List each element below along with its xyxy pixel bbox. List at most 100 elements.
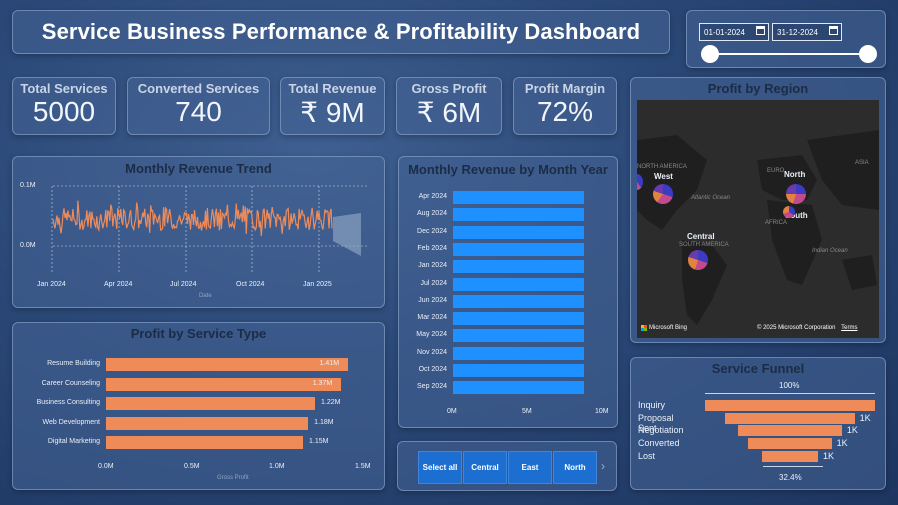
panel-title: Profit by Service Type: [130, 326, 267, 341]
end-date-input[interactable]: 31-12-2024: [772, 23, 842, 41]
data-label: 1.41M: [319, 360, 340, 367]
funnel-stage-value: 1K: [846, 425, 858, 436]
funnel-stage-label: Negotiation: [638, 425, 684, 436]
data-label: 1.15M: [309, 438, 329, 445]
profit-service-panel: Profit by Service Type Resume Building 1.…: [12, 322, 385, 490]
funnel-bottom-percent: 32.4%: [779, 473, 802, 482]
data-label: 1.37M: [312, 379, 333, 387]
x-tick-label: 10M: [595, 408, 609, 415]
map-geo-label: NORTH AMERICA: [637, 164, 687, 170]
revenue-bar[interactable]: [453, 346, 585, 360]
revenue-bar[interactable]: [453, 225, 585, 239]
pie-marker-central[interactable]: [688, 250, 708, 270]
map-region-label-north: North: [784, 170, 806, 179]
map-region-label-west: West: [654, 172, 673, 181]
slicer-north[interactable]: North: [553, 451, 597, 484]
north-america-landmass: [637, 135, 707, 230]
region-slicer: Select all Central East North ›: [397, 441, 617, 491]
x-tick-label: 1.0M: [269, 463, 285, 470]
region-map[interactable]: NORTH AMERICA EURO ASIA SOUTH AMERICA AF…: [637, 100, 879, 338]
slicer-east[interactable]: East: [508, 451, 552, 484]
slicer-select-all[interactable]: Select all: [418, 451, 462, 484]
y-tick-label: 0.1M: [20, 182, 36, 189]
profit-bar[interactable]: [106, 358, 348, 371]
region-map-panel: Profit by Region NORTH AMERICA EURO ASIA…: [630, 77, 886, 343]
funnel-top-percent: 100%: [779, 381, 800, 390]
category-label: Oct 2024: [418, 366, 447, 373]
category-label: Aug 2024: [417, 210, 447, 218]
kpi-gross-profit: Gross Profit ₹ 6M: [396, 77, 502, 135]
revenue-bar[interactable]: [453, 260, 585, 274]
map-geo-label: SOUTH AMERICA: [679, 242, 729, 248]
category-label: Mar 2024: [417, 314, 447, 322]
category-label: Sep 2024: [417, 383, 447, 391]
funnel-bar[interactable]: [705, 400, 875, 411]
calendar-icon[interactable]: [829, 26, 838, 35]
x-axis-title: Gross Profit: [217, 475, 249, 481]
terms-link[interactable]: Terms: [841, 325, 857, 331]
australia-landmass: [842, 255, 877, 290]
profit-bar[interactable]: [106, 377, 341, 391]
pie-marker-west[interactable]: [653, 184, 673, 204]
funnel-stage-label: Lost: [638, 450, 656, 461]
pie-marker-north[interactable]: [786, 184, 806, 204]
revenue-bar[interactable]: [453, 294, 585, 308]
panel-title: Profit by Region: [707, 81, 809, 96]
category-label: Dec 2024: [417, 227, 447, 235]
revenue-bar[interactable]: [453, 191, 585, 204]
category-label: Nov 2024: [417, 348, 447, 356]
funnel-bar[interactable]: [748, 438, 832, 450]
profit-bar[interactable]: [106, 397, 316, 410]
x-tick-label: Jan 2024: [37, 281, 66, 288]
x-tick-label: Jul 2024: [170, 281, 197, 288]
monthly-revenue-panel: Monthly Revenue by Month Year Apr 2024 Au…: [398, 156, 618, 428]
category-label: May 2024: [416, 331, 447, 339]
map-region-label-central: Central: [687, 232, 715, 241]
funnel-bar[interactable]: [761, 450, 819, 462]
revenue-bar[interactable]: [453, 277, 585, 291]
kpi-label: Total Services: [20, 81, 108, 96]
category-label: Career Counseling: [41, 379, 100, 387]
revenue-bar[interactable]: [453, 364, 585, 377]
funnel-bar[interactable]: [738, 425, 842, 437]
map-copyright: © 2025 Microsoft Corporation Terms: [757, 325, 858, 331]
date-slider-track[interactable]: [709, 53, 869, 55]
kpi-label: Converted Services: [137, 81, 260, 96]
bing-attribution: Microsoft Bing: [641, 325, 687, 331]
world-map-land: [637, 130, 879, 325]
map-geo-label: Atlantic Ocean: [691, 195, 731, 201]
profit-bar[interactable]: [106, 436, 304, 449]
category-label: Apr 2024: [418, 193, 447, 200]
date-slider-start-handle[interactable]: [701, 45, 719, 63]
funnel-bottom-line: [763, 466, 823, 467]
date-slider-end-handle[interactable]: [859, 45, 877, 63]
revenue-bar[interactable]: [453, 329, 585, 343]
funnel-stage-value: 1K: [836, 438, 848, 449]
x-tick-label: Jan 2025: [303, 281, 332, 288]
asia-landmass: [807, 130, 879, 210]
revenue-bar[interactable]: [453, 208, 585, 222]
x-axis-title: Date: [199, 293, 212, 299]
revenue-bar[interactable]: [453, 242, 585, 256]
funnel-bar[interactable]: [725, 412, 855, 424]
start-date-input[interactable]: 01-01-2024: [699, 23, 769, 41]
funnel-stage-label: Inquiry: [638, 400, 666, 410]
map-geo-label: EURO: [767, 168, 785, 174]
revenue-bar[interactable]: [453, 312, 585, 326]
chevron-right-icon[interactable]: ›: [601, 459, 605, 473]
slicer-central[interactable]: Central: [463, 451, 507, 484]
kpi-value: 5000: [32, 96, 96, 127]
x-tick-label: 0M: [447, 408, 457, 415]
profit-bar[interactable]: [106, 416, 309, 430]
panel-title: Monthly Revenue by Month Year: [408, 162, 608, 177]
map-geo-label: Indian Ocean: [812, 248, 848, 254]
kpi-label: Total Revenue: [288, 81, 377, 96]
calendar-icon[interactable]: [756, 26, 765, 35]
kpi-value: 740: [175, 96, 222, 127]
x-tick-label: 1.5M: [355, 463, 371, 470]
pie-marker-south[interactable]: [783, 206, 795, 218]
x-tick-label: 5M: [522, 408, 532, 415]
dashboard-title-card: Service Business Performance & Profitabi…: [12, 10, 670, 54]
kpi-total-services: Total Services 5000: [12, 77, 116, 135]
revenue-bar[interactable]: [453, 381, 585, 395]
